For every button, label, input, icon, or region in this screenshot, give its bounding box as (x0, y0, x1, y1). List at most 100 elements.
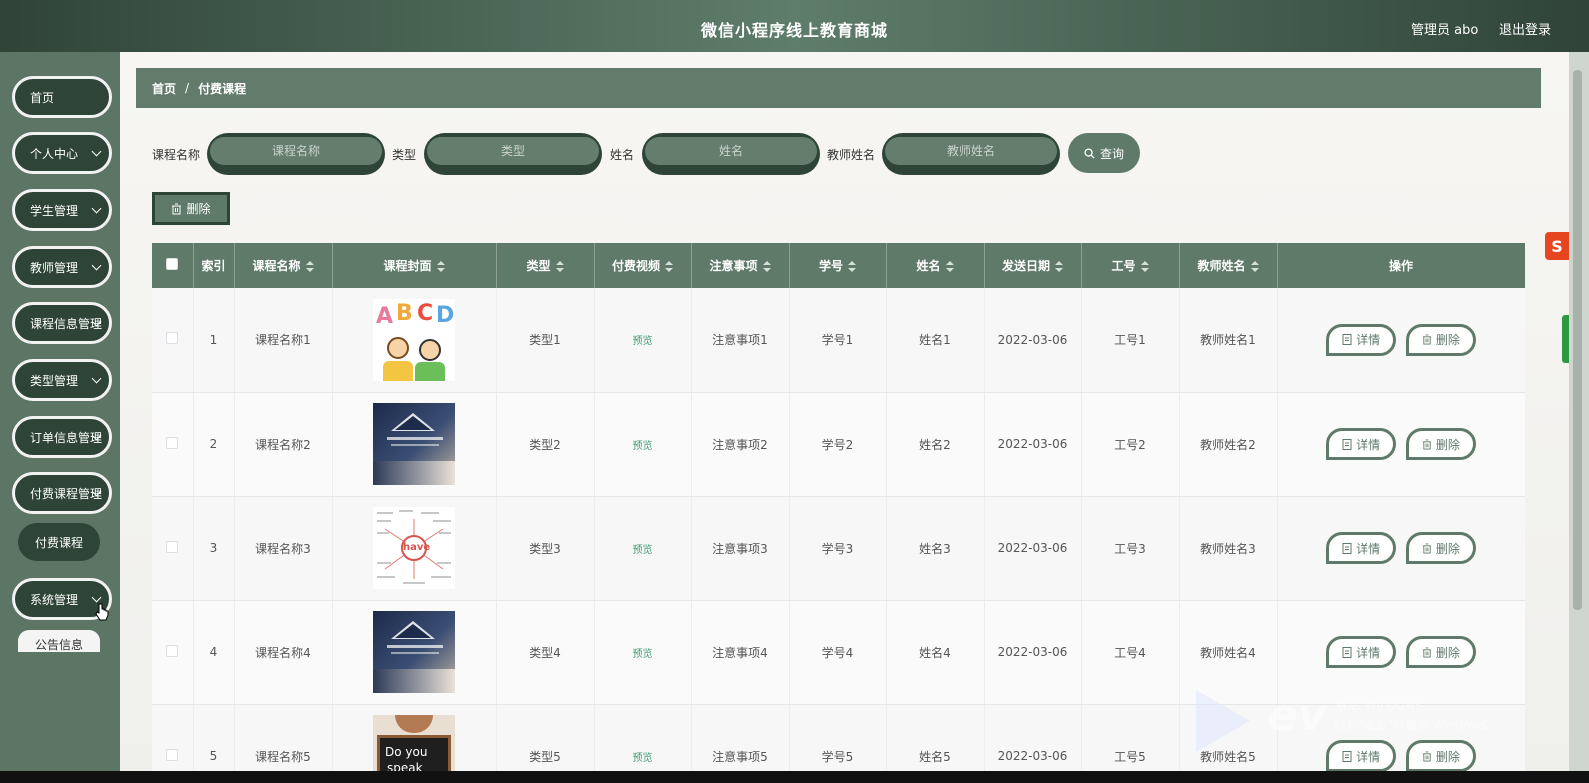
column-header[interactable]: 注意事项 (691, 243, 790, 288)
type-input[interactable] (427, 137, 599, 165)
column-header[interactable]: 课程封面 (332, 243, 497, 288)
sort-icon[interactable] (1055, 261, 1063, 272)
select-all-checkbox[interactable] (166, 258, 179, 270)
sidebar-item-student-management[interactable]: 学生管理 (12, 189, 112, 231)
trash-icon (1422, 334, 1431, 345)
column-header[interactable]: 付费视频 (594, 243, 692, 288)
video-preview-link[interactable]: 预览 (633, 336, 653, 347)
row-checkbox[interactable] (166, 436, 179, 449)
bottom-taskbar-edge (0, 771, 1589, 783)
sort-icon[interactable] (305, 261, 314, 272)
sidebar-item-personal-center[interactable]: 个人中心 (12, 132, 112, 174)
sort-icon[interactable] (1250, 261, 1259, 272)
chevron-down-icon (91, 146, 102, 157)
detail-button[interactable]: 详情 (1326, 428, 1397, 460)
side-green-handle[interactable] (1562, 315, 1569, 363)
row-checkbox[interactable] (166, 644, 179, 657)
cell-index: 4 (193, 600, 235, 705)
name-input[interactable] (645, 137, 817, 165)
teacher-name-label: 教师姓名 (827, 148, 876, 162)
sidebar-item-course-info-management[interactable]: 课程信息管理 (12, 302, 112, 344)
video-preview-link[interactable]: 预览 (633, 545, 653, 556)
trash-icon (172, 203, 182, 214)
page-scrollbar-thumb[interactable] (1573, 70, 1582, 610)
cell-teacher-name: 教师姓名2 (1179, 392, 1278, 497)
sidebar-subitem-label: 付费课程 (34, 535, 83, 550)
cell-course-name: 课程名称3 (234, 496, 333, 601)
batch-delete-label: 删除 (186, 202, 211, 216)
sidebar-item-type-management[interactable]: 类型管理 (12, 359, 112, 401)
delete-button[interactable]: 删除 (1405, 532, 1476, 564)
watermark-brand: ev (1268, 690, 1327, 741)
video-preview-link[interactable]: 预览 (633, 649, 653, 660)
delete-button[interactable]: 删除 (1405, 428, 1476, 460)
cell-name: 姓名4 (886, 600, 985, 705)
chevron-down-icon (91, 373, 102, 384)
detail-button[interactable]: 详情 (1326, 636, 1397, 668)
sidebar-item-label: 课程信息管理 (30, 316, 103, 331)
column-header[interactable]: 教师姓名 (1179, 243, 1278, 288)
column-header[interactable]: 类型 (496, 243, 595, 288)
cell-work-id: 工号1 (1081, 288, 1180, 393)
column-header[interactable]: 姓名 (886, 243, 985, 288)
delete-button[interactable]: 删除 (1405, 323, 1476, 356)
cell-name: 姓名1 (886, 288, 985, 393)
column-header[interactable]: 工号 (1081, 243, 1180, 288)
batch-delete-button[interactable]: 删除 (152, 192, 230, 225)
sort-icon[interactable] (555, 261, 564, 272)
row-checkbox[interactable] (166, 540, 179, 553)
app-title: 微信小程序线上教育商城 (700, 21, 888, 40)
cell-course-name: 课程名称1 (234, 288, 333, 393)
sort-icon[interactable] (436, 261, 445, 272)
sidebar-item-label: 订单信息管理 (30, 430, 103, 445)
play-logo-icon (1196, 690, 1250, 752)
video-preview-link[interactable]: 预览 (633, 441, 653, 452)
sidebar-item-teacher-management[interactable]: 教师管理 (12, 246, 112, 288)
sidebar-item-home[interactable]: 首页 (12, 76, 112, 118)
course-name-label: 课程名称 (152, 148, 201, 162)
logout-link[interactable]: 退出登录 (1499, 19, 1551, 38)
chevron-down-icon (91, 260, 102, 271)
trash-icon (1422, 647, 1431, 657)
sort-icon[interactable] (848, 261, 856, 272)
sidebar-item-paid-course-management[interactable]: 付费课程管理 (12, 472, 112, 514)
detail-button[interactable]: 详情 (1326, 532, 1397, 564)
video-preview-link[interactable]: 预览 (633, 753, 653, 764)
cell-notes: 注意事项3 (691, 496, 790, 601)
sidebar: 首页 个人中心 学生管理 教师管理 课程信息管理 类型管理 订单信息管理 付费课… (0, 52, 120, 783)
sidebar-item-order-management[interactable]: 订单信息管理 (12, 416, 112, 458)
search-icon (1084, 147, 1095, 159)
column-header[interactable]: 学号 (789, 243, 887, 288)
column-header[interactable]: 课程名称 (234, 243, 333, 288)
teacher-name-input[interactable] (885, 137, 1057, 165)
input-method-badge[interactable]: S (1545, 232, 1569, 260)
cell-course-name: 课程名称2 (234, 392, 333, 497)
sort-icon[interactable] (665, 261, 673, 272)
detail-button[interactable]: 详情 (1326, 323, 1397, 356)
cell-index: 1 (193, 288, 235, 393)
sidebar-subitem-paid-course[interactable]: 付费课程 (18, 523, 100, 561)
sort-icon[interactable] (762, 261, 771, 272)
sidebar-subitem-notice[interactable]: 公告信息 (18, 630, 100, 652)
top-header: 微信小程序线上教育商城 管理员 abo 退出登录 (0, 0, 1589, 52)
breadcrumb-home[interactable]: 首页 (152, 80, 176, 97)
hand-cursor-icon (95, 603, 109, 621)
query-button-label: 查询 (1099, 146, 1124, 161)
cell-type: 类型1 (496, 288, 595, 393)
sort-icon[interactable] (1140, 261, 1149, 272)
cell-teacher-name: 教师姓名1 (1179, 288, 1278, 393)
sidebar-item-label: 首页 (30, 90, 55, 105)
document-icon (1342, 646, 1352, 658)
sidebar-item-label: 学生管理 (30, 203, 79, 218)
column-header[interactable]: 发送日期 (984, 243, 1082, 288)
name-label: 姓名 (610, 148, 635, 162)
delete-button[interactable]: 删除 (1405, 636, 1476, 668)
row-checkbox[interactable] (166, 748, 179, 761)
course-name-input[interactable] (210, 137, 382, 165)
table-row: 2 课程名称2 类型2 预览 注意事项2 学号2 姓名2 2022-03-06 … (152, 392, 1525, 497)
sort-icon[interactable] (945, 261, 954, 272)
cell-index: 3 (193, 496, 235, 601)
cell-date: 2022-03-06 (984, 600, 1082, 705)
query-button[interactable]: 查询 (1068, 133, 1140, 173)
row-checkbox[interactable] (166, 332, 179, 345)
